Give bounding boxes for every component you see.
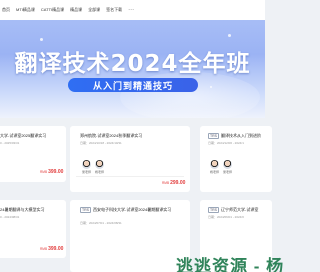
sparkle-icon <box>40 38 43 41</box>
more-menu-icon[interactable]: ··· <box>128 7 134 13</box>
teacher-name: 吴老师 <box>223 170 233 174</box>
hero-banner[interactable]: 翻译技术2024全年班 从入门到精通技巧 <box>0 20 265 118</box>
teacher-avatar <box>95 160 105 169</box>
course-card[interactable]: 郑州航院-试译室2024秋季翻译实习 日期：2024/10/18 - 2024/… <box>70 126 190 192</box>
course-title: 24暑期翻译与大模型实习 <box>0 207 45 212</box>
course-title: 大学-试译室2025翻译实习 <box>0 133 47 138</box>
nav-item-all-courses[interactable]: 全部课 <box>88 7 100 13</box>
top-nav: 首页 MTI精品课 CATTI精品课 精品课 全部课 签名下载 ··· <box>0 0 265 20</box>
course-tag: TRS <box>208 133 219 139</box>
course-title: TRS 西安电子科技大学-试译室2024暑期翻译实习 <box>80 207 172 213</box>
course-date: 日期：2024/06/01 - 2024/0 <box>208 215 244 219</box>
teacher-avatar <box>223 160 233 169</box>
nav-item-mti[interactable]: MTI精品课 <box>16 7 35 13</box>
course-date: 0 - 2025/03/31 <box>0 141 20 145</box>
teacher-avatar <box>210 160 219 169</box>
sparkle-icon <box>210 86 212 88</box>
course-tag: TRS <box>208 207 219 213</box>
nav-item-signature-download[interactable]: 签名下载 <box>106 7 122 13</box>
course-card[interactable]: 大学-试译室2025翻译实习 0 - 2025/03/31 RMB399.00 <box>0 126 66 182</box>
teacher-name: 吴老师 <box>82 170 92 174</box>
teacher[interactable]: 吴老师 <box>82 160 91 174</box>
course-price: RMB299.00 <box>162 180 186 186</box>
course-date: 0 - 2024/08/31 <box>0 215 20 219</box>
course-price: RMB399.00 <box>40 169 64 175</box>
course-card[interactable]: 24暑期翻译与大模型实习 0 - 2024/08/31 RMB399.00 <box>0 200 66 258</box>
course-title: TRS 翻译技术从入门到进阶 <box>208 133 261 139</box>
watermark-text: 逃逃资源 - 杨 <box>176 257 285 272</box>
course-date: 日期：2024/07/01 - 2024/08/31 <box>80 221 122 225</box>
course-card[interactable]: TRS 西安电子科技大学-试译室2024暑期翻译实习 日期：2024/07/01 … <box>70 200 190 272</box>
divider <box>76 176 184 177</box>
teacher-list: 杨老师 吴老师 <box>210 160 236 174</box>
course-tag: TRS <box>80 207 91 213</box>
teacher-name: 杨老师 <box>95 170 105 174</box>
nav-item-home[interactable]: 首页 <box>2 7 10 13</box>
teacher[interactable]: 杨老师 <box>210 160 219 174</box>
course-date: 日期：2024/12/06 - 2024/1 <box>208 141 244 145</box>
teacher[interactable]: 吴老师 <box>223 160 232 174</box>
course-title: 郑州航院-试译室2024秋季翻译实习 <box>80 133 143 138</box>
teacher[interactable]: 杨老师 <box>95 160 104 174</box>
course-price: RMB399.00 <box>40 246 64 252</box>
course-title: TRS 辽宁师范大学-试译室 <box>208 207 259 213</box>
sparkle-icon <box>228 34 231 37</box>
banner-subtitle: 从入门到精通技巧 <box>92 80 173 91</box>
banner-subtitle-pill: 从入门到精通技巧 <box>68 78 198 92</box>
banner-title: 翻译技术2024全年班 <box>14 51 251 77</box>
teacher-avatar <box>82 160 91 169</box>
teacher-name: 杨老师 <box>210 170 220 174</box>
nav-item-catti[interactable]: CATTI精品课 <box>41 7 64 13</box>
course-card[interactable]: TRS 翻译技术从入门到进阶 日期：2024/12/06 - 2024/1 杨老师… <box>200 126 272 192</box>
course-date: 日期：2024/10/18 - 2024/10/31 <box>80 141 122 145</box>
nav-item-featured[interactable]: 精品课 <box>70 7 82 13</box>
teacher-list: 吴老师 杨老师 <box>82 160 108 174</box>
